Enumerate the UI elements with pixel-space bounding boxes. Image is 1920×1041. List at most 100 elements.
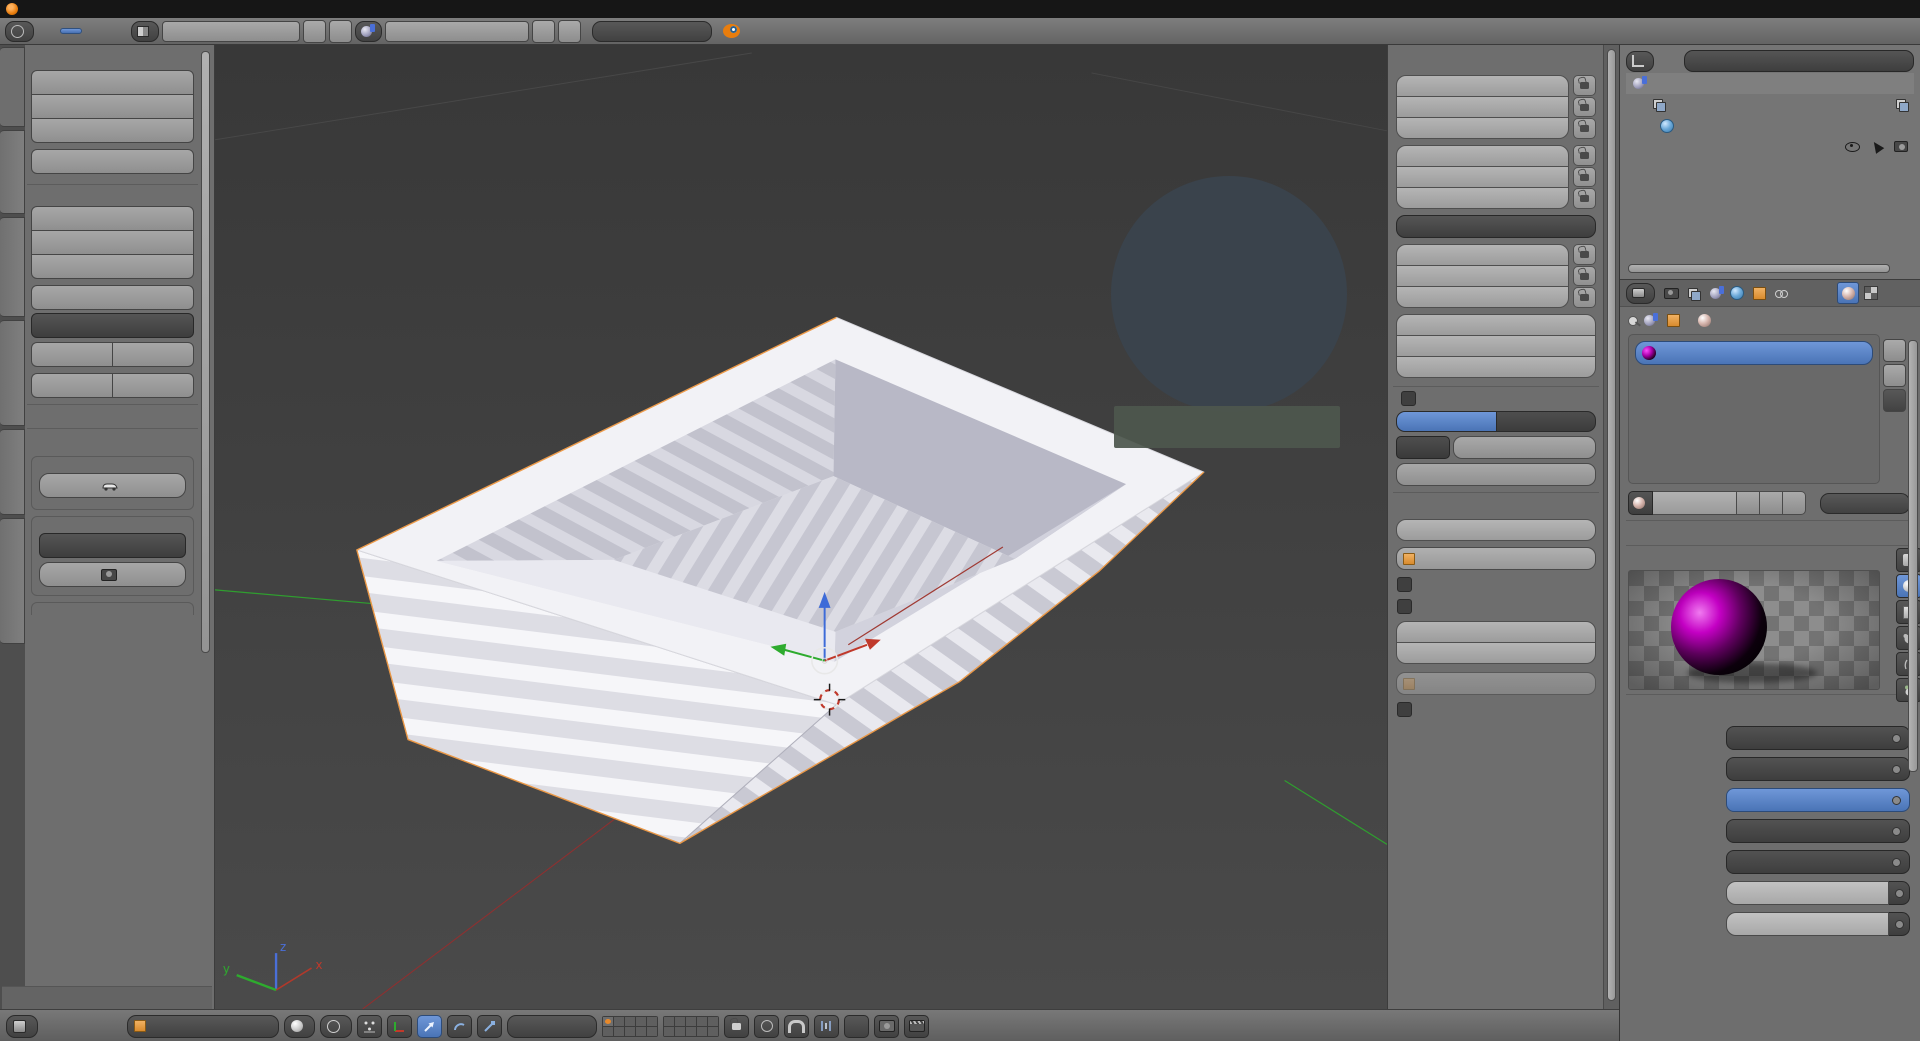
menu-render[interactable] [60,28,82,34]
editor-type-button[interactable] [6,1014,38,1038]
screen-layout-name[interactable] [162,20,300,42]
delete-layout-button[interactable] [329,19,352,43]
menu-window[interactable] [85,28,105,34]
outliner-row-scene[interactable] [1626,73,1914,94]
visibility-eye-icon[interactable] [1845,141,1860,152]
menu-help[interactable] [108,28,128,34]
delete-scene-button[interactable] [558,19,581,43]
n-panel-header-view[interactable] [1393,492,1599,515]
opengl-render-button[interactable] [874,1014,899,1038]
tab-object[interactable] [1749,283,1769,303]
shade-flat-button[interactable] [112,342,194,367]
fake-user-button[interactable] [1737,491,1760,515]
lock-to-cursor-checkbox[interactable] [1397,577,1412,592]
properties-scrollbar[interactable] [1908,340,1918,772]
menu-file[interactable] [37,28,57,34]
set-origin-dropdown[interactable] [31,313,194,338]
abs-stren-field[interactable] [1726,912,1889,936]
gp-pencil-dropdown[interactable] [1396,436,1450,459]
menu-object[interactable] [106,1023,122,1029]
location-y-field[interactable] [1396,97,1569,118]
layer-grid-right[interactable] [663,1015,719,1037]
scale-x-field[interactable] [1396,244,1569,266]
editor-type-selector[interactable] [5,20,34,42]
selectability-cursor-icon[interactable] [1869,139,1885,154]
tab-object-data[interactable] [1815,283,1835,303]
lock-scale-z-button[interactable] [1573,287,1596,309]
renderability-camera-icon[interactable] [1894,141,1908,152]
outliner-row-world[interactable] [1626,115,1914,136]
render-border-checkbox[interactable] [1397,702,1412,717]
remove-material-slot-button[interactable] [1883,364,1906,387]
add-layout-button[interactable] [303,19,326,43]
material-slot-item[interactable] [1635,341,1873,365]
n-panel-header-transform[interactable] [1393,49,1599,71]
add-material-slot-button[interactable] [1883,339,1906,362]
outliner-row-renderlayers[interactable] [1626,94,1914,115]
lock-camera-checkbox[interactable] [1397,599,1412,614]
menu-select[interactable] [64,1023,80,1029]
lock-rotation-z-button[interactable] [1573,188,1596,210]
dimension-y-field[interactable] [1396,336,1596,357]
snap-toggle-button[interactable] [784,1014,809,1038]
lock-location-x-button[interactable] [1573,75,1596,96]
viewport-shading-dropdown[interactable] [284,1014,315,1038]
duplicate-button[interactable] [31,206,194,231]
rotation-z-field[interactable] [1396,188,1569,209]
lock-rotation-y-button[interactable] [1573,166,1596,188]
gp-object-toggle[interactable] [1496,411,1596,432]
lock-to-object-field[interactable] [1396,547,1596,570]
tab-tools[interactable] [0,47,25,127]
panel-header-surface[interactable] [1626,694,1912,719]
surface-shader-dropdown[interactable] [1726,726,1910,750]
orientation-dropdown[interactable] [507,1014,597,1038]
snap-element-dropdown[interactable] [814,1014,839,1038]
tab-material[interactable] [1837,282,1859,304]
delete-button[interactable] [31,255,194,279]
panel-header-custom-properties[interactable] [1626,520,1912,545]
autoboolean-button[interactable] [39,473,186,498]
layer-grid-left[interactable] [602,1015,658,1037]
lock-location-z-button[interactable] [1573,118,1596,140]
outliner-row-object[interactable] [1626,136,1914,157]
menu-add[interactable] [85,1023,101,1029]
screen-layout-icon-selector[interactable] [131,20,159,42]
tab-render[interactable] [1661,283,1681,303]
tab-grease-pencil[interactable] [0,518,25,644]
tab-render-layers[interactable] [1683,283,1703,303]
panel-header-archipack[interactable] [27,428,198,450]
scene-name[interactable] [385,20,529,42]
duplicate-linked-button[interactable] [31,231,194,255]
lock-modes-button[interactable] [724,1014,749,1038]
transluce-slider[interactable] [1726,881,1889,905]
tab-texture[interactable] [1861,283,1881,303]
scale-manipulator-button[interactable] [477,1014,502,1038]
panel-header-transform[interactable] [31,49,194,70]
lock-scale-x-button[interactable] [1573,244,1596,265]
tab-animation[interactable] [0,320,25,426]
dimension-z-field[interactable] [1396,357,1596,378]
n-panel-header-grease-pencil[interactable] [1393,386,1599,409]
outliner-horizontal-scrollbar[interactable] [1628,264,1890,273]
gp-new-layer-button[interactable] [1396,463,1596,486]
outliner-editor-type-button[interactable] [1626,50,1654,72]
location-z-field[interactable] [1396,118,1569,139]
lock-scale-y-button[interactable] [1573,265,1596,287]
translate-button[interactable] [31,70,194,95]
last-operator-panel[interactable] [2,986,212,1009]
tab-relations[interactable] [0,217,25,317]
proportional-edit-button[interactable] [754,1014,779,1038]
mixing-tub-model[interactable] [356,316,1205,845]
shade-smooth-button[interactable] [31,342,112,367]
is-metallic-input[interactable] [1726,757,1910,781]
abs-stren-socket-button[interactable] [1889,912,1910,936]
tool-shelf-scrollbar[interactable] [201,51,210,653]
color-ma-input[interactable] [1726,788,1910,812]
unlink-material-button[interactable] [1783,491,1806,515]
clip-start-field[interactable] [1396,621,1596,643]
gp-scene-toggle[interactable] [1396,411,1497,432]
scene-icon-selector[interactable] [355,20,382,42]
tab-scene[interactable] [1705,283,1725,303]
tab-constraints[interactable] [1771,283,1791,303]
clip-end-field[interactable] [1396,643,1596,664]
